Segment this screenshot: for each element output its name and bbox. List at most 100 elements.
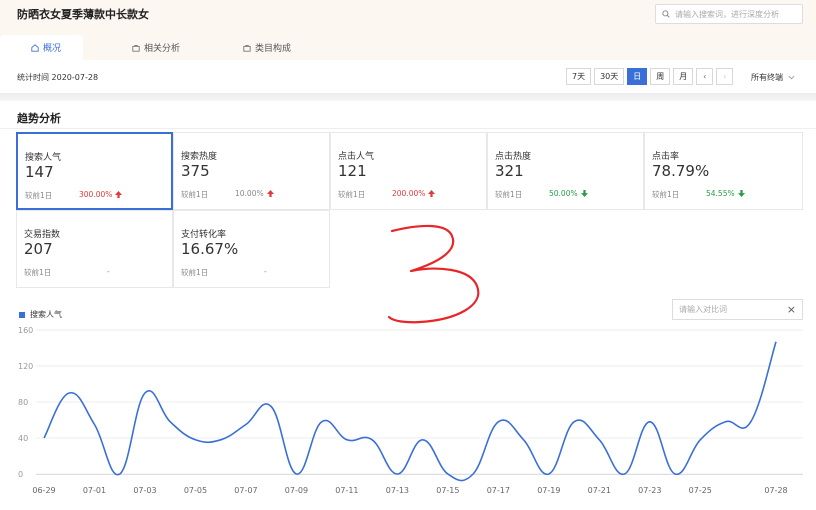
metric-compare-label: 较前1日 — [181, 268, 209, 277]
metric-value: 147 — [25, 163, 54, 181]
data-point[interactable] — [370, 438, 374, 442]
metric-change-value: - — [107, 267, 110, 276]
metric-card-search-popularity[interactable]: 搜索人气 147 较前1日 300.00% — [16, 132, 173, 210]
x-tick-label: 07-11 — [335, 486, 358, 495]
data-point[interactable] — [42, 436, 46, 440]
data-point[interactable] — [118, 472, 122, 476]
series-line-0 — [43, 341, 777, 482]
metric-card-payment-conversion[interactable]: 支付转化率 16.67% 较前1日 - — [173, 210, 330, 288]
data-point[interactable] — [749, 420, 753, 424]
deep-search-box[interactable] — [655, 4, 803, 24]
legend-swatch — [19, 311, 25, 318]
data-point[interactable] — [143, 391, 147, 395]
metric-change-value: - — [264, 267, 267, 276]
chevron-down-icon — [788, 75, 795, 80]
x-tick-label: 07-09 — [285, 486, 308, 495]
data-point[interactable] — [547, 472, 551, 476]
period-7-days-button[interactable]: 7天 — [566, 68, 592, 85]
data-point[interactable] — [522, 438, 526, 442]
chart-legend[interactable]: 搜索人气 — [19, 309, 62, 320]
metric-value: 375 — [181, 162, 210, 180]
arrow-up-icon — [266, 190, 274, 197]
bag-icon — [132, 44, 140, 52]
metric-card-click-heat[interactable]: 点击热度 321 较前1日 50.00% — [487, 132, 644, 210]
data-point[interactable] — [269, 405, 273, 409]
toolbar: 统计时间 2020-07-28 7天 30天 日 周 月 ‹ › 所有终端 — [0, 60, 816, 93]
metric-label: 支付转化率 — [181, 230, 227, 240]
next-date-button[interactable]: › — [716, 68, 734, 85]
period-day-button[interactable]: 日 — [627, 68, 648, 85]
metric-label: 点击率 — [652, 152, 680, 162]
data-point[interactable] — [193, 438, 197, 442]
data-point[interactable] — [244, 423, 248, 427]
metric-change: 10.00% — [235, 189, 274, 198]
data-point[interactable] — [294, 472, 298, 476]
data-point[interactable] — [92, 423, 96, 427]
metric-change-value: 50.00% — [549, 189, 578, 198]
period-30-days-button[interactable]: 30天 — [594, 68, 625, 85]
search-icon — [662, 10, 670, 18]
x-tick-label: 07-28 — [764, 486, 787, 495]
data-point[interactable] — [446, 472, 450, 476]
metric-card-click-rate[interactable]: 点击率 78.79% 较前1日 54.55% — [644, 132, 803, 210]
data-point[interactable] — [395, 472, 399, 476]
metric-compare-label: 较前1日 — [181, 190, 209, 199]
data-point[interactable] — [673, 472, 677, 476]
data-point[interactable] — [774, 340, 778, 344]
x-tick-label: 07-25 — [689, 486, 712, 495]
x-tick-label: 07-21 — [588, 486, 611, 495]
metric-compare-label: 较前1日 — [25, 191, 53, 200]
divider-band — [0, 93, 816, 101]
metric-card-transaction-index[interactable]: 交易指数 207 较前1日 - — [16, 210, 173, 288]
metric-value: 16.67% — [181, 240, 239, 258]
close-icon[interactable]: × — [787, 303, 796, 316]
metric-change-value: 300.00% — [79, 190, 113, 199]
y-tick-label: 120 — [18, 362, 33, 371]
arrow-down-icon — [580, 190, 588, 197]
data-point[interactable] — [421, 438, 425, 442]
compare-word-input[interactable] — [679, 305, 779, 314]
data-point[interactable] — [345, 438, 349, 442]
arrow-up-icon — [115, 191, 123, 198]
data-point[interactable] — [496, 420, 500, 424]
data-point[interactable] — [648, 420, 652, 424]
metric-label: 搜索热度 — [181, 152, 218, 162]
terminal-dropdown[interactable]: 所有终端 — [751, 72, 795, 83]
metric-value: 121 — [338, 162, 367, 180]
metric-label: 点击热度 — [495, 152, 532, 162]
x-tick-label: 07-13 — [386, 486, 409, 495]
data-point[interactable] — [320, 420, 324, 424]
data-point[interactable] — [67, 391, 71, 395]
metric-change: 300.00% — [79, 190, 123, 199]
metric-card-click-popularity[interactable]: 点击人气 121 较前1日 200.00% — [330, 132, 487, 210]
header: 防晒衣女夏季薄款中长款女 概况 相关分析 — [0, 0, 816, 60]
data-point[interactable] — [698, 438, 702, 442]
period-month-button[interactable]: 月 — [673, 68, 694, 85]
section-title: 趋势分析 — [17, 112, 61, 125]
data-point[interactable] — [572, 420, 576, 424]
deep-search-input[interactable] — [675, 9, 799, 19]
tab-overview[interactable]: 概况 — [0, 35, 84, 60]
x-tick-label: 07-15 — [436, 486, 459, 495]
compare-word-box[interactable]: × — [672, 299, 803, 320]
metric-value: 321 — [495, 162, 524, 180]
previous-date-button[interactable]: ‹ — [696, 68, 714, 85]
data-point[interactable] — [623, 472, 627, 476]
tab-related-analysis[interactable]: 相关分析 — [83, 35, 180, 60]
x-tick-label: 07-23 — [638, 486, 661, 495]
data-point[interactable] — [219, 438, 223, 442]
x-tick-label: 07-05 — [184, 486, 207, 495]
tab-bar: 概况 相关分析 类目构成 — [0, 35, 291, 60]
period-week-button[interactable]: 周 — [650, 68, 671, 85]
data-point[interactable] — [597, 438, 601, 442]
metric-card-search-heat[interactable]: 搜索热度 375 较前1日 10.00% — [173, 132, 330, 210]
period-selector: 7天 30天 日 周 月 ‹ › — [566, 68, 734, 85]
tab-category-composition[interactable]: 类目构成 — [180, 35, 291, 60]
metric-compare-label: 较前1日 — [495, 190, 523, 199]
metric-label: 点击人气 — [338, 152, 375, 162]
data-point[interactable] — [724, 420, 728, 424]
data-point[interactable] — [471, 472, 475, 476]
keyword-title: 防晒衣女夏季薄款中长款女 — [17, 8, 149, 21]
data-point[interactable] — [168, 420, 172, 424]
metric-label: 搜索人气 — [25, 153, 62, 163]
